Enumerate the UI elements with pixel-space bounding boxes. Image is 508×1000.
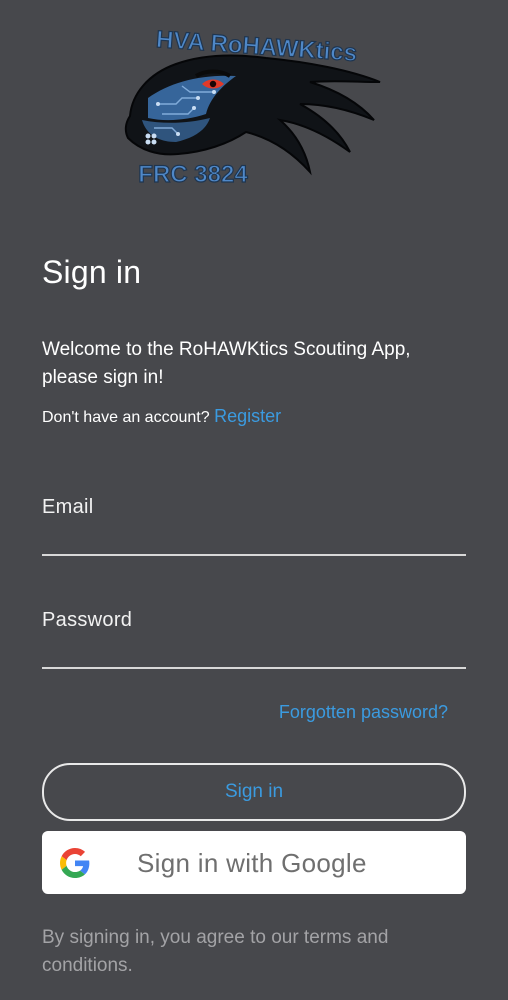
password-field[interactable]: Password	[42, 609, 470, 669]
register-prompt: Don't have an account? Register	[42, 405, 281, 429]
email-input[interactable]	[42, 524, 470, 552]
google-sign-in-label: Sign in with Google	[137, 848, 367, 878]
google-g-icon	[60, 848, 90, 878]
password-input[interactable]	[42, 637, 470, 665]
password-label: Password	[42, 609, 133, 631]
sign-in-button-label: Sign in	[224, 781, 284, 802]
sign-in-button[interactable]: Sign in	[42, 763, 466, 821]
hawk-head-logo-icon: HVA RoHAWKtics FRC 3824	[124, 25, 381, 189]
email-field[interactable]: Email	[42, 496, 470, 556]
welcome-message: Welcome to the RoHAWKtics Scouting App, …	[42, 339, 411, 388]
page-title: Sign in	[42, 254, 142, 290]
forgot-password-link[interactable]: Forgotten password?	[279, 702, 448, 723]
terms-text: By signing in, you agree to our terms an…	[42, 927, 389, 976]
no-account-text: Don't have an account?	[42, 409, 210, 426]
logo-bottom-text: FRC 3824	[138, 161, 248, 188]
register-link[interactable]: Register	[214, 406, 281, 426]
team-logo: HVA RoHAWKtics FRC 3824	[118, 24, 390, 196]
google-sign-in-button[interactable]: Sign in with Google	[42, 831, 466, 894]
email-label: Email	[42, 496, 94, 518]
